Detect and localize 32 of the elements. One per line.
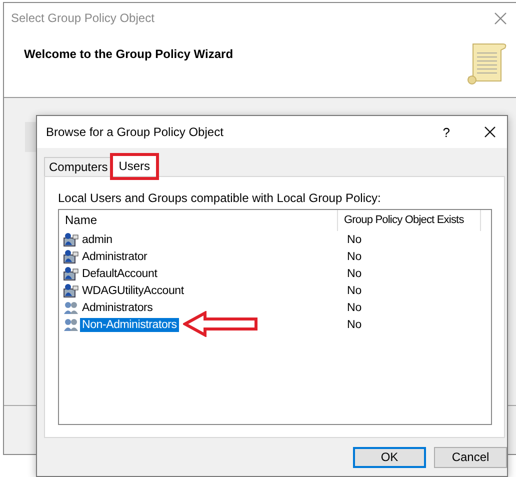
list-item[interactable]: WDAGUtilityAccount [80,284,186,298]
user-icon [63,232,79,247]
highlight-frame [110,153,160,180]
table-cell-text: No [346,250,362,262]
column-header[interactable]: Group Policy Object Exists [338,210,481,231]
list-item[interactable]: Non-Administrators [80,318,179,332]
table-cell-text: No [346,268,362,280]
column-header[interactable]: Name [59,210,338,231]
dialog-title: Browse for a Group Policy Object [46,125,224,139]
users-icon [63,317,79,332]
user-icon [63,283,79,298]
tab[interactable]: Computers [44,157,113,176]
table-cell-text: No [346,318,362,330]
list-item[interactable]: Administrators [80,300,155,314]
user-icon [63,249,79,264]
table-cell-text: No [346,302,362,314]
wizard-heading: Welcome to the Group Policy Wizard [24,47,234,61]
list-caption: Local Users and Groups compatible with Local Group Policy: [58,191,382,205]
dialog-button[interactable]: OK [353,446,426,468]
users-icon [63,300,79,315]
arrow-icon [183,311,259,337]
list-item[interactable]: admin [80,232,114,246]
window-title: Select Group Policy Object [11,11,156,25]
list-item[interactable]: Administrator [80,250,150,264]
list-item[interactable]: DefaultAccount [80,266,160,280]
table-cell-text: No [346,234,362,246]
scroll-icon [467,41,507,87]
table-cell-text: No [346,284,362,296]
help-button[interactable]: ? [442,124,450,140]
close-icon[interactable] [484,126,496,138]
user-icon [63,266,79,281]
dialog-button[interactable]: Cancel [434,446,507,468]
